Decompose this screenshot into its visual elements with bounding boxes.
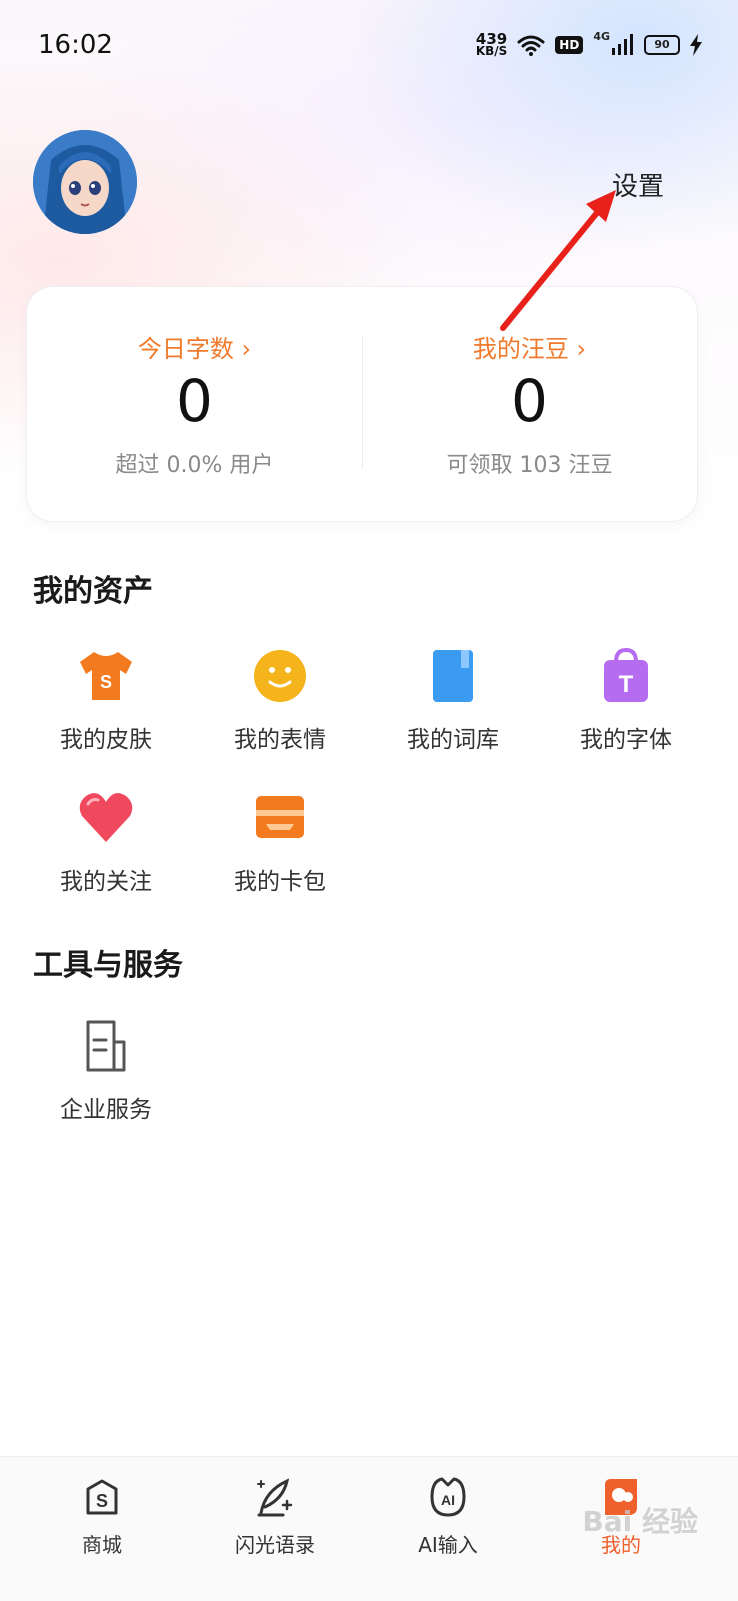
assets-section-title: 我的资产 — [33, 574, 153, 609]
svg-text:S: S — [96, 1491, 108, 1511]
tshirt-icon: S — [80, 652, 132, 700]
asset-stickers[interactable]: 我的表情 — [205, 646, 355, 754]
battery-indicator: 90 — [644, 35, 680, 55]
wifi-icon — [517, 35, 545, 56]
font-bag-icon: T — [604, 647, 648, 702]
asset-skin[interactable]: S 我的皮肤 — [31, 646, 181, 754]
today-words-label: 今日字数 › — [137, 335, 252, 363]
asset-skin-label: 我的皮肤 — [60, 727, 152, 753]
asset-dictionary-label: 我的词库 — [407, 727, 499, 753]
document-icon — [86, 1020, 126, 1072]
net-speed: 439 KB/S — [475, 32, 508, 58]
asset-card-wallet[interactable]: 我的卡包 — [205, 788, 355, 896]
smiley-icon — [254, 650, 306, 702]
asset-fonts-label: 我的字体 — [580, 727, 672, 753]
today-words-rank: 超过 0.0% 用户 — [115, 453, 274, 478]
svg-text:T: T — [619, 671, 634, 698]
nav-ai-input-label: AI输入 — [418, 1533, 478, 1557]
hd-badge: HD — [555, 36, 584, 54]
service-enterprise-label: 企业服务 — [60, 1097, 152, 1123]
today-words-value: 0 — [176, 367, 213, 435]
charging-icon — [690, 34, 702, 56]
asset-dictionary[interactable]: 我的词库 — [378, 646, 528, 754]
asset-card-wallet-label: 我的卡包 — [234, 869, 326, 895]
status-time: 16:02 — [38, 30, 113, 60]
store-icon: S — [86, 1479, 118, 1515]
wangdou-claimable: 可领取 103 汪豆 — [446, 453, 613, 478]
asset-follows[interactable]: 我的关注 — [31, 788, 181, 896]
wangdou-value: 0 — [511, 367, 548, 435]
ai-icon: AI — [430, 1477, 466, 1517]
asset-follows-label: 我的关注 — [60, 869, 152, 895]
service-enterprise[interactable]: 企业服务 — [31, 1016, 181, 1124]
book-icon — [433, 650, 473, 702]
nav-store[interactable]: S 商城 — [27, 1475, 177, 1558]
asset-stickers-label: 我的表情 — [234, 727, 326, 753]
user-avatar[interactable] — [33, 130, 137, 234]
nav-store-label: 商城 — [82, 1533, 122, 1557]
svg-text:AI: AI — [441, 1492, 455, 1508]
status-icons: 439 KB/S HD 4G 90 — [476, 28, 702, 62]
wangdou-stat[interactable]: 我的汪豆 › 0 可领取 103 汪豆 — [362, 287, 697, 521]
quill-icon — [257, 1478, 293, 1517]
today-words-stat[interactable]: 今日字数 › 0 超过 0.0% 用户 — [27, 287, 362, 521]
nav-quotes-label: 闪光语录 — [235, 1533, 315, 1557]
watermark: Bai 经验 — [582, 1505, 698, 1538]
heart-icon — [79, 793, 133, 842]
status-bar: 16:02 439 KB/S HD 4G 90 — [0, 0, 738, 90]
wangdou-label: 我的汪豆 › — [472, 335, 587, 363]
net-speed-unit: KB/S — [475, 44, 508, 58]
asset-fonts[interactable]: T 我的字体 — [551, 646, 701, 754]
nav-ai-input[interactable]: AI AI输入 — [373, 1475, 523, 1558]
avatar-portrait-icon — [33, 130, 137, 234]
svg-text:S: S — [100, 672, 112, 692]
stats-card: 今日字数 › 0 超过 0.0% 用户 我的汪豆 › 0 可领取 103 汪豆 — [27, 287, 697, 521]
signal-icon — [612, 34, 633, 55]
services-section-title: 工具与服务 — [33, 948, 183, 983]
network-type: 4G — [593, 30, 610, 43]
settings-link[interactable]: 设置 — [612, 166, 664, 203]
nav-quotes[interactable]: 闪光语录 — [200, 1475, 350, 1558]
card-wallet-icon — [256, 796, 304, 838]
